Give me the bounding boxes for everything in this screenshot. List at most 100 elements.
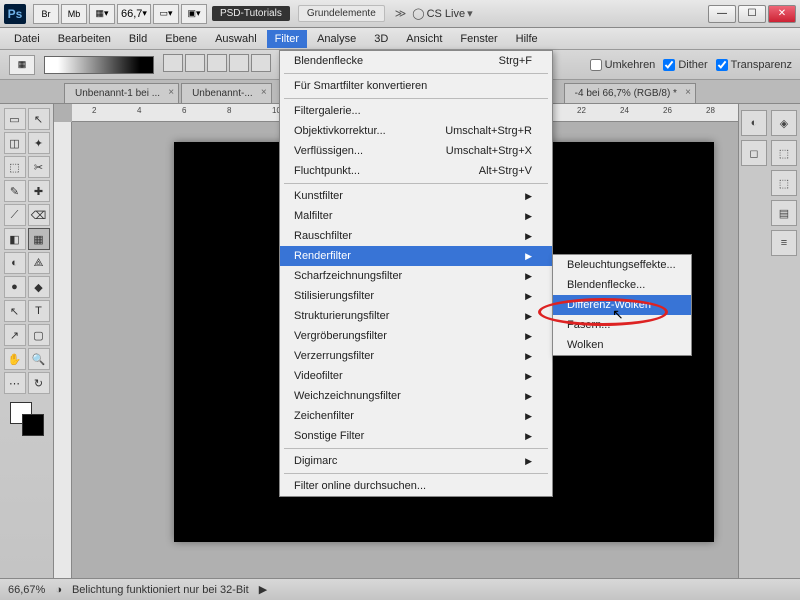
tool-button[interactable]: ✚ xyxy=(28,180,50,202)
swatches-panel-icon[interactable]: ▤ xyxy=(771,200,797,226)
tool-button[interactable]: ✦ xyxy=(28,132,50,154)
tool-button[interactable]: ▦ xyxy=(28,228,50,250)
tool-button[interactable]: ✂ xyxy=(28,156,50,178)
tool-button[interactable]: ✋ xyxy=(4,348,26,370)
filter-menu-item[interactable]: Fluchtpunkt...Alt+Strg+V xyxy=(280,161,552,181)
tool-button[interactable]: ◧ xyxy=(4,228,26,250)
filter-menu-item[interactable]: Zeichenfilter▶ xyxy=(280,406,552,426)
tool-button[interactable]: ◆ xyxy=(28,276,50,298)
menu-ebene[interactable]: Ebene xyxy=(157,30,205,48)
submenu-item[interactable]: Blendenflecke... xyxy=(553,275,691,295)
screen-mode-button[interactable]: ▣▾ xyxy=(181,4,207,24)
close-button[interactable]: ✕ xyxy=(768,5,796,23)
more-arrows-icon[interactable]: ≫ xyxy=(395,7,407,20)
menu-auswahl[interactable]: Auswahl xyxy=(207,30,265,48)
filter-menu-item[interactable]: Digimarc▶ xyxy=(280,451,552,471)
filter-menu-item[interactable]: Vergröberungsfilter▶ xyxy=(280,326,552,346)
maximize-button[interactable]: ☐ xyxy=(738,5,766,23)
minimize-button[interactable]: — xyxy=(708,5,736,23)
workspace-tag-grundelemente[interactable]: Grundelemente xyxy=(298,5,385,22)
document-tab[interactable]: Unbenannt-...× xyxy=(181,83,272,103)
workspace-tag-tutorials[interactable]: PSD-Tutorials xyxy=(212,6,290,21)
filter-menu-item[interactable]: Für Smartfilter konvertieren xyxy=(280,76,552,96)
status-arrow-icon[interactable]: ▶ xyxy=(259,583,267,596)
tool-button[interactable]: ↖ xyxy=(4,300,26,322)
history-panel-icon[interactable]: ◻ xyxy=(741,140,767,166)
background-swatch[interactable] xyxy=(22,414,44,436)
status-message: Belichtung funktioniert nur bei 32-Bit xyxy=(72,584,249,596)
filter-menu-item[interactable]: Sonstige Filter▶ xyxy=(280,426,552,446)
filter-menu-item[interactable]: Kunstfilter▶ xyxy=(280,186,552,206)
tool-button[interactable]: ⟋ xyxy=(4,204,26,226)
submenu-item[interactable]: Wolken xyxy=(553,335,691,355)
styles-panel-icon[interactable]: ≡ xyxy=(771,230,797,256)
filter-menu-item[interactable]: Strukturierungsfilter▶ xyxy=(280,306,552,326)
document-tab[interactable]: -4 bei 66,7% (RGB/8) *× xyxy=(564,83,696,103)
tool-button[interactable]: ⟁ xyxy=(28,252,50,274)
menu-ansicht[interactable]: Ansicht xyxy=(398,30,450,48)
zoom-dropdown[interactable]: 66,7 ▾ xyxy=(117,4,151,24)
filter-menu-item[interactable]: Filter online durchsuchen... xyxy=(280,476,552,496)
tool-button[interactable]: ◐ xyxy=(4,252,26,274)
filter-menu-item[interactable]: Verflüssigen...Umschalt+Strg+X xyxy=(280,141,552,161)
submenu-item[interactable]: Fasern... xyxy=(553,315,691,335)
reverse-checkbox[interactable]: Umkehren xyxy=(590,59,656,71)
view-extras-button[interactable]: ▦▾ xyxy=(89,4,115,24)
filter-menu-item[interactable]: Malfilter▶ xyxy=(280,206,552,226)
color-swatches[interactable] xyxy=(10,402,44,436)
dither-checkbox[interactable]: Dither xyxy=(663,59,707,71)
filter-menu-item[interactable]: Verzerrungsfilter▶ xyxy=(280,346,552,366)
document-tab[interactable]: Unbenannt-1 bei ...× xyxy=(64,83,179,103)
zoom-percent[interactable]: 66,67% xyxy=(8,584,45,596)
menu-fenster[interactable]: Fenster xyxy=(452,30,505,48)
tool-button[interactable]: ● xyxy=(4,276,26,298)
close-tab-icon[interactable]: × xyxy=(168,87,174,98)
tool-button[interactable]: T xyxy=(28,300,50,322)
filter-menu-item[interactable]: Stilisierungsfilter▶ xyxy=(280,286,552,306)
cslive-label[interactable]: CS Live xyxy=(427,8,466,20)
layers-panel-icon[interactable]: ◈ xyxy=(771,110,797,136)
filter-menu-item[interactable]: BlendenfleckeStrg+F xyxy=(280,51,552,71)
bridge-button[interactable]: Br xyxy=(33,4,59,24)
filter-menu-item[interactable]: Weichzeichnungsfilter▶ xyxy=(280,386,552,406)
tool-button[interactable]: ⬚ xyxy=(4,156,26,178)
menu-bearbeiten[interactable]: Bearbeiten xyxy=(50,30,119,48)
filter-menu-item[interactable]: Rauschfilter▶ xyxy=(280,226,552,246)
filter-menu-item[interactable]: Renderfilter▶ xyxy=(280,246,552,266)
vertical-ruler xyxy=(54,122,72,578)
paths-panel-icon[interactable]: ⬚ xyxy=(771,170,797,196)
submenu-item[interactable]: Differenz-Wolken xyxy=(553,295,691,315)
menu-bild[interactable]: Bild xyxy=(121,30,155,48)
transparency-checkbox[interactable]: Transparenz xyxy=(716,59,792,71)
tool-button[interactable]: ◫ xyxy=(4,132,26,154)
close-tab-icon[interactable]: × xyxy=(685,87,691,98)
filter-menu-item[interactable]: Scharfzeichnungsfilter▶ xyxy=(280,266,552,286)
tool-button[interactable]: ↖ xyxy=(28,108,50,130)
tool-preset-button[interactable]: ▦ xyxy=(9,55,35,75)
menu-3d[interactable]: 3D xyxy=(366,30,396,48)
gradient-preview[interactable] xyxy=(44,56,154,74)
tool-button[interactable]: ▢ xyxy=(28,324,50,346)
menu-datei[interactable]: Datei xyxy=(6,30,48,48)
menu-analyse[interactable]: Analyse xyxy=(309,30,364,48)
filter-menu-item[interactable]: Videofilter▶ xyxy=(280,366,552,386)
filter-menu-item[interactable]: Filtergalerie... xyxy=(280,101,552,121)
minibridge-button[interactable]: Mb xyxy=(61,4,87,24)
menu-filter[interactable]: Filter xyxy=(267,30,307,48)
tool-button[interactable]: 🔍 xyxy=(28,348,50,370)
close-tab-icon[interactable]: × xyxy=(261,87,267,98)
arrange-button[interactable]: ▭▾ xyxy=(153,4,179,24)
tool-button[interactable]: ✎ xyxy=(4,180,26,202)
tool-button[interactable]: ⋯ xyxy=(4,372,26,394)
menu-hilfe[interactable]: Hilfe xyxy=(508,30,546,48)
submenu-item[interactable]: Beleuchtungseffekte... xyxy=(553,255,691,275)
dropdown-icon[interactable]: ▾ xyxy=(467,7,473,20)
tool-button[interactable]: ↗ xyxy=(4,324,26,346)
filter-menu-item[interactable]: Objektivkorrektur...Umschalt+Strg+R xyxy=(280,121,552,141)
channels-panel-icon[interactable]: ⬚ xyxy=(771,140,797,166)
tool-button[interactable]: ↻ xyxy=(28,372,50,394)
gradient-type-buttons[interactable] xyxy=(162,54,272,75)
adjustments-panel-icon[interactable]: ◐ xyxy=(741,110,767,136)
tool-button[interactable]: ⌫ xyxy=(28,204,50,226)
tool-button[interactable]: ▭ xyxy=(4,108,26,130)
